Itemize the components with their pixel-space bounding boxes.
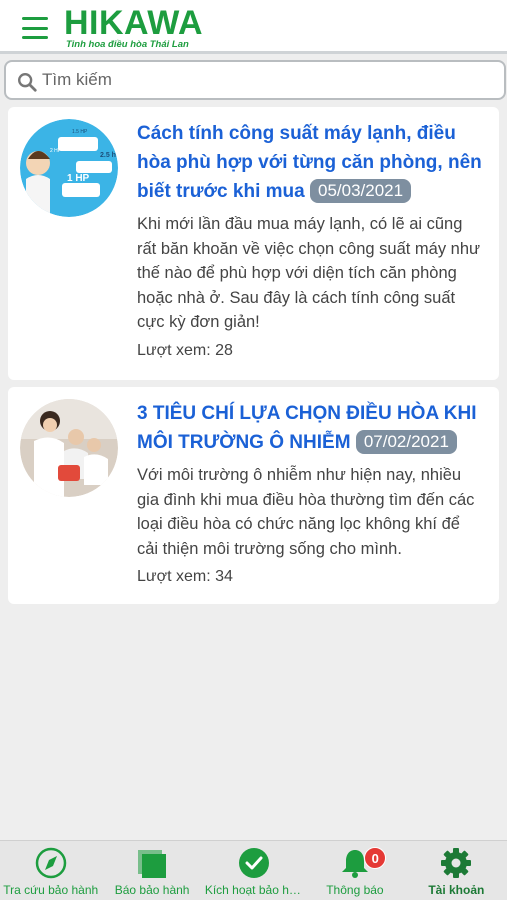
article-view-count: Lượt xem: 34 xyxy=(137,568,233,585)
article-card[interactable]: 1 HP 2.5 h 1.5 HP 2 HP Cách tính công su… xyxy=(8,107,499,380)
article-title[interactable]: Cách tính công suất máy lạnh, điều hòa p… xyxy=(137,119,485,206)
thumb-label-2-5h: 2.5 h xyxy=(100,152,116,159)
nav-notifications[interactable]: 0 Thông báo xyxy=(304,841,405,900)
nav-activate-warranty[interactable]: Kích hoạt bảo hà... xyxy=(203,841,304,900)
article-date-badge: 05/03/2021 xyxy=(309,179,412,203)
thumb-label-1-5hp: 1.5 HP xyxy=(72,129,88,135)
article-description: Khi mới lần đầu mua máy lạnh, có lẽ ai c… xyxy=(137,215,481,331)
check-circle-icon xyxy=(238,848,269,878)
hikawa-logo[interactable]: HIKAWA Tinh hoa điều hòa Thái Lan xyxy=(64,6,214,50)
article-thumbnail-ac-capacity[interactable]: 1 HP 2.5 h 1.5 HP 2 HP xyxy=(20,119,118,217)
nav-label: Báo bảo hành xyxy=(114,883,190,897)
logo-text: HIKAWA xyxy=(64,4,203,42)
thumb-label-2hp: 2 HP xyxy=(50,148,62,154)
nav-account[interactable]: Tài khoản xyxy=(406,841,507,900)
gear-icon xyxy=(441,848,472,878)
stacked-pages-icon xyxy=(138,850,167,878)
hamburger-menu-icon[interactable] xyxy=(22,17,50,39)
nav-label: Kích hoạt bảo hà... xyxy=(204,883,305,897)
nav-label: Thông báo xyxy=(326,883,384,897)
logo-tagline: Tinh hoa điều hòa Thái Lan xyxy=(66,39,189,50)
thumb-label-1hp: 1 HP xyxy=(67,173,90,184)
search-input[interactable] xyxy=(42,66,492,94)
nav-label: Tài khoản xyxy=(428,883,485,897)
nav-warranty-lookup[interactable]: Tra cứu bảo hành xyxy=(0,841,101,900)
search-box[interactable] xyxy=(4,60,506,100)
compass-icon xyxy=(35,847,66,879)
notification-count-badge: 0 xyxy=(364,847,387,869)
article-body: 3 TIÊU CHÍ LỰA CHỌN ĐIỀU HÒA KHI MÔI TRƯ… xyxy=(137,399,485,589)
article-body: Cách tính công suất máy lạnh, điều hòa p… xyxy=(137,119,485,363)
article-thumbnail-family[interactable] xyxy=(20,399,118,497)
article-description: Với môi trường ô nhiễm như hiện nay, nhi… xyxy=(137,466,475,558)
article-view-count: Lượt xem: 28 xyxy=(137,341,233,359)
nav-report-warranty[interactable]: Báo bảo hành xyxy=(101,841,202,900)
bottom-navigation: Tra cứu bảo hành Báo bảo hành Kích hoạt … xyxy=(0,840,507,900)
article-card[interactable]: 3 TIÊU CHÍ LỰA CHỌN ĐIỀU HÒA KHI MÔI TRƯ… xyxy=(8,387,499,604)
article-date-badge: 07/02/2021 xyxy=(355,430,457,454)
search-bar xyxy=(0,57,507,103)
app-header: HIKAWA Tinh hoa điều hòa Thái Lan xyxy=(0,0,507,54)
article-title[interactable]: 3 TIÊU CHÍ LỰA CHỌN ĐIỀU HÒA KHI MÔI TRƯ… xyxy=(137,399,485,457)
search-icon xyxy=(18,73,37,92)
nav-label: Tra cứu bảo hành xyxy=(3,883,99,897)
